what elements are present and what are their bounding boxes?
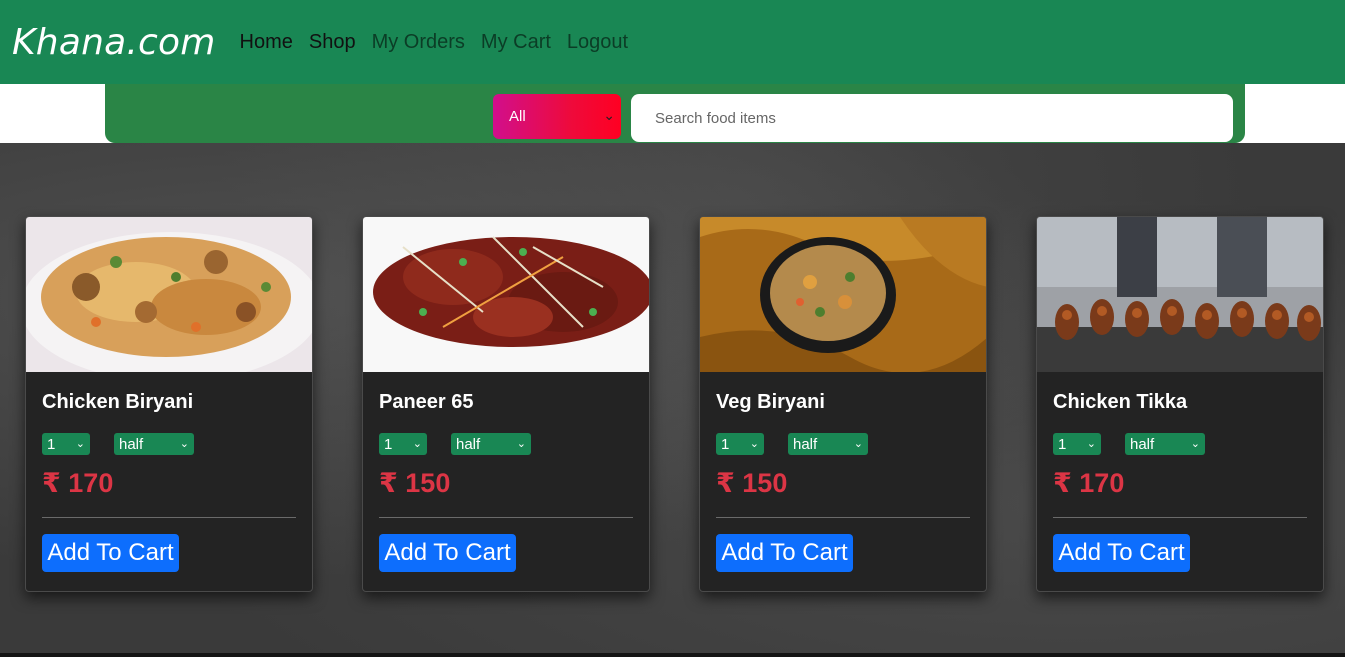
search-bar: All ⌄ Search food items — [105, 84, 1245, 143]
product-card: Paneer 65 1 ⌄ half ⌄ ₹ 150 Add To Cart — [362, 216, 650, 592]
divider — [1053, 517, 1307, 518]
product-image — [700, 217, 986, 372]
search-input[interactable]: Search food items — [631, 94, 1233, 142]
chevron-down-icon: ⌄ — [853, 438, 863, 450]
nav-my-cart[interactable]: My Cart — [473, 31, 559, 54]
nav-home[interactable]: Home — [232, 31, 301, 54]
size-value: half — [1130, 435, 1155, 453]
brand-logo[interactable]: Khana.com — [12, 22, 216, 63]
quantity-select[interactable]: 1 ⌄ — [716, 433, 764, 455]
chevron-down-icon: ⌄ — [412, 438, 422, 450]
product-card: Chicken Tikka 1 ⌄ half ⌄ ₹ 170 Add To Ca… — [1036, 216, 1324, 592]
product-price: ₹ 150 — [379, 468, 451, 498]
quantity-value: 1 — [384, 435, 393, 453]
product-name: Chicken Tikka — [1053, 391, 1188, 413]
chevron-down-icon: ⌄ — [75, 438, 85, 450]
product-card: Chicken Biryani 1 ⌄ half ⌄ ₹ 170 Add To … — [25, 216, 313, 592]
nav-links: Home Shop My Orders My Cart Logout — [232, 31, 637, 54]
product-price: ₹ 150 — [716, 468, 788, 498]
product-price: ₹ 170 — [42, 468, 114, 498]
size-value: half — [793, 435, 818, 453]
product-image — [363, 217, 649, 372]
product-grid: Chicken Biryani 1 ⌄ half ⌄ ₹ 170 Add To … — [0, 143, 1345, 657]
quantity-value: 1 — [47, 435, 56, 453]
product-name: Chicken Biryani — [42, 391, 194, 413]
search-placeholder: Search food items — [655, 109, 776, 127]
category-select[interactable]: All ⌄ — [493, 94, 621, 139]
size-select[interactable]: half ⌄ — [114, 433, 194, 455]
add-to-cart-button[interactable]: Add To Cart — [716, 534, 853, 572]
nav-shop[interactable]: Shop — [301, 31, 364, 54]
category-value: All — [509, 108, 526, 125]
quantity-select[interactable]: 1 ⌄ — [1053, 433, 1101, 455]
divider — [42, 517, 296, 518]
size-value: half — [456, 435, 481, 453]
divider — [716, 517, 970, 518]
product-image — [1037, 217, 1323, 372]
chevron-down-icon: ⌄ — [749, 438, 759, 450]
product-name: Veg Biryani — [716, 391, 825, 413]
product-name: Paneer 65 — [379, 391, 474, 413]
chevron-down-icon: ⌄ — [516, 438, 526, 450]
chevron-down-icon: ⌄ — [179, 438, 189, 450]
page-bottom-edge — [0, 653, 1345, 657]
size-select[interactable]: half ⌄ — [451, 433, 531, 455]
size-select[interactable]: half ⌄ — [1125, 433, 1205, 455]
size-value: half — [119, 435, 144, 453]
divider — [379, 517, 633, 518]
product-image — [26, 217, 312, 372]
add-to-cart-button[interactable]: Add To Cart — [379, 534, 516, 572]
nav-logout[interactable]: Logout — [559, 31, 636, 54]
add-to-cart-button[interactable]: Add To Cart — [1053, 534, 1190, 572]
quantity-select[interactable]: 1 ⌄ — [42, 433, 90, 455]
product-price: ₹ 170 — [1053, 468, 1125, 498]
quantity-value: 1 — [721, 435, 730, 453]
product-card: Veg Biryani 1 ⌄ half ⌄ ₹ 150 Add To Cart — [699, 216, 987, 592]
chevron-down-icon: ⌄ — [1086, 438, 1096, 450]
quantity-select[interactable]: 1 ⌄ — [379, 433, 427, 455]
add-to-cart-button[interactable]: Add To Cart — [42, 534, 179, 572]
chevron-down-icon: ⌄ — [603, 107, 615, 123]
size-select[interactable]: half ⌄ — [788, 433, 868, 455]
quantity-value: 1 — [1058, 435, 1067, 453]
nav-my-orders[interactable]: My Orders — [364, 31, 473, 54]
navbar: Khana.com Home Shop My Orders My Cart Lo… — [0, 0, 1345, 84]
chevron-down-icon: ⌄ — [1190, 438, 1200, 450]
